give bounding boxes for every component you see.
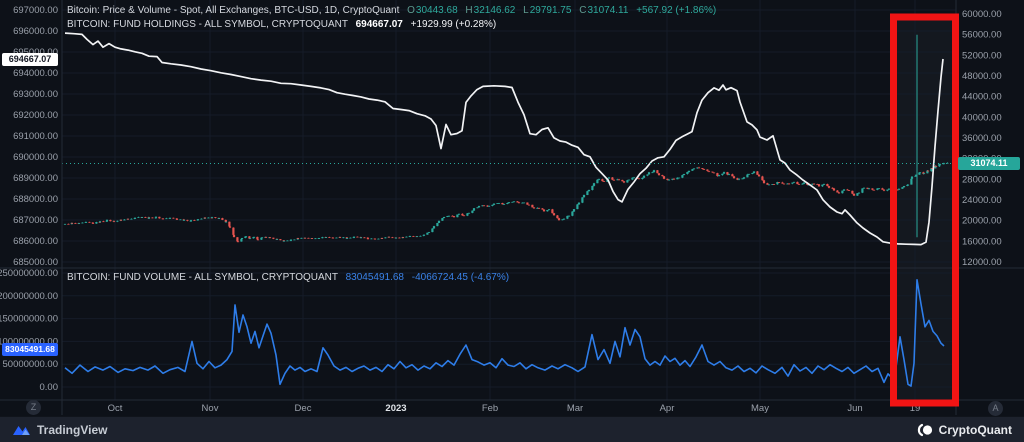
volume-axis-tick: 50000000.00	[3, 359, 58, 370]
left-axis-tick: 686000.00	[13, 236, 58, 247]
right-axis-tick: 20000.00	[962, 216, 1002, 227]
cryptoquant-logo-icon	[917, 423, 932, 436]
right-axis-tick: 24000.00	[962, 195, 1002, 206]
x-axis-label: Apr	[660, 403, 675, 414]
chart-window: 697000.00696000.00695000.00694000.006930…	[0, 0, 1024, 442]
fund-volume-change: -4066724.45 (-4.67%)	[411, 272, 510, 283]
right-axis-tick: 60000.00	[962, 9, 1002, 20]
btc-candles	[63, 162, 949, 243]
attribution-bar: TradingView CryptoQuant	[0, 416, 1024, 442]
x-axis-label: Nov	[202, 403, 219, 414]
right-axis-tick: 44000.00	[962, 92, 1002, 103]
volume-last-value-label: 83045491.68	[2, 342, 58, 356]
price-change: +567.92 (+1.86%)	[636, 5, 717, 16]
volume-axis-tick: 0.00	[40, 382, 59, 393]
ohlc-open-value: 30443.68	[415, 5, 458, 16]
volume-axis-tick: 150000000.00	[0, 314, 58, 325]
x-axis-label: Feb	[482, 403, 498, 414]
x-axis-label: Dec	[295, 403, 312, 414]
fund-volume-title: BITCOIN: FUND VOLUME - ALL SYMBOL, CRYPT…	[67, 272, 338, 283]
left-axis-tick: 694000.00	[13, 68, 58, 79]
volume-axis-tick: 250000000.00	[0, 268, 58, 279]
fund-volume-legend: BITCOIN: FUND VOLUME - ALL SYMBOL, CRYPT…	[67, 272, 509, 283]
x-axis-label: Mar	[567, 403, 583, 414]
left-axis-tick: 696000.00	[13, 26, 58, 37]
right-axis-tick: 12000.00	[962, 257, 1002, 268]
x-axis-label: May	[751, 403, 769, 414]
tradingview-link[interactable]: TradingView	[12, 422, 107, 437]
cryptoquant-label: CryptoQuant	[938, 422, 1012, 437]
right-axis-tick: 56000.00	[962, 30, 1002, 41]
fund-holdings-change: +1929.99 (+0.28%)	[410, 19, 497, 30]
left-axis-tick: 685000.00	[13, 257, 58, 268]
tradingview-label: TradingView	[37, 422, 108, 437]
symbol-description: Bitcoin: Price & Volume - Spot, All Exch…	[67, 5, 400, 16]
right-axis-tick: 16000.00	[962, 236, 1002, 247]
ohlc-high-label: H	[465, 5, 473, 16]
x-axis-label: Oct	[108, 403, 123, 414]
left-axis-tick: 687000.00	[13, 215, 58, 226]
ohlc-high-value: 32146.62	[473, 5, 516, 16]
tradingview-logo-icon	[13, 426, 30, 435]
left-axis-tick: 691000.00	[13, 131, 58, 142]
ohlc-close-label: C	[579, 5, 587, 16]
x-axis-label: 2023	[385, 403, 406, 414]
cryptoquant-link[interactable]: CryptoQuant	[916, 422, 1012, 438]
left-axis-tick: 688000.00	[13, 194, 58, 205]
fund-volume-value: 83045491.68	[345, 272, 404, 283]
ohlc-low-value: 29791.75	[529, 5, 572, 16]
right-axis-tick: 48000.00	[962, 71, 1002, 82]
right-axis-tick: 28000.00	[962, 174, 1002, 185]
x-axis-label: Jun	[847, 403, 862, 414]
left-axis-tick: 692000.00	[13, 110, 58, 121]
ohlc-close-value: 31074.11	[587, 5, 629, 16]
left-axis-tick: 697000.00	[13, 5, 58, 16]
fund-holdings-line	[64, 32, 944, 246]
fund-holdings-value: 694667.07	[355, 19, 403, 30]
ohlc-open-label: O	[407, 5, 415, 16]
holdings-last-value-label: 694667.07	[2, 52, 58, 66]
ohlc-low-label: L	[523, 5, 529, 16]
volume-axis-tick: 200000000.00	[0, 291, 58, 302]
left-axis-tick: 690000.00	[13, 152, 58, 163]
chart-canvas[interactable]: 697000.00696000.00695000.00694000.006930…	[0, 0, 1024, 415]
fund-holdings-title: BITCOIN: FUND HOLDINGS - ALL SYMBOL, CRY…	[67, 19, 348, 30]
left-axis-tick: 693000.00	[13, 89, 58, 100]
timezone-badge[interactable]: Z	[26, 400, 41, 415]
right-axis-tick: 40000.00	[962, 112, 1002, 123]
right-axis-tick: 36000.00	[962, 133, 1002, 144]
auto-scale-badge[interactable]: A	[988, 401, 1003, 416]
right-axis-tick: 52000.00	[962, 50, 1002, 61]
main-chart-legend: Bitcoin: Price & Volume - Spot, All Exch…	[67, 5, 716, 16]
fund-holdings-legend: BITCOIN: FUND HOLDINGS - ALL SYMBOL, CRY…	[67, 19, 496, 30]
left-axis-tick: 689000.00	[13, 173, 58, 184]
price-last-value-label: 31074.11	[958, 157, 1020, 170]
